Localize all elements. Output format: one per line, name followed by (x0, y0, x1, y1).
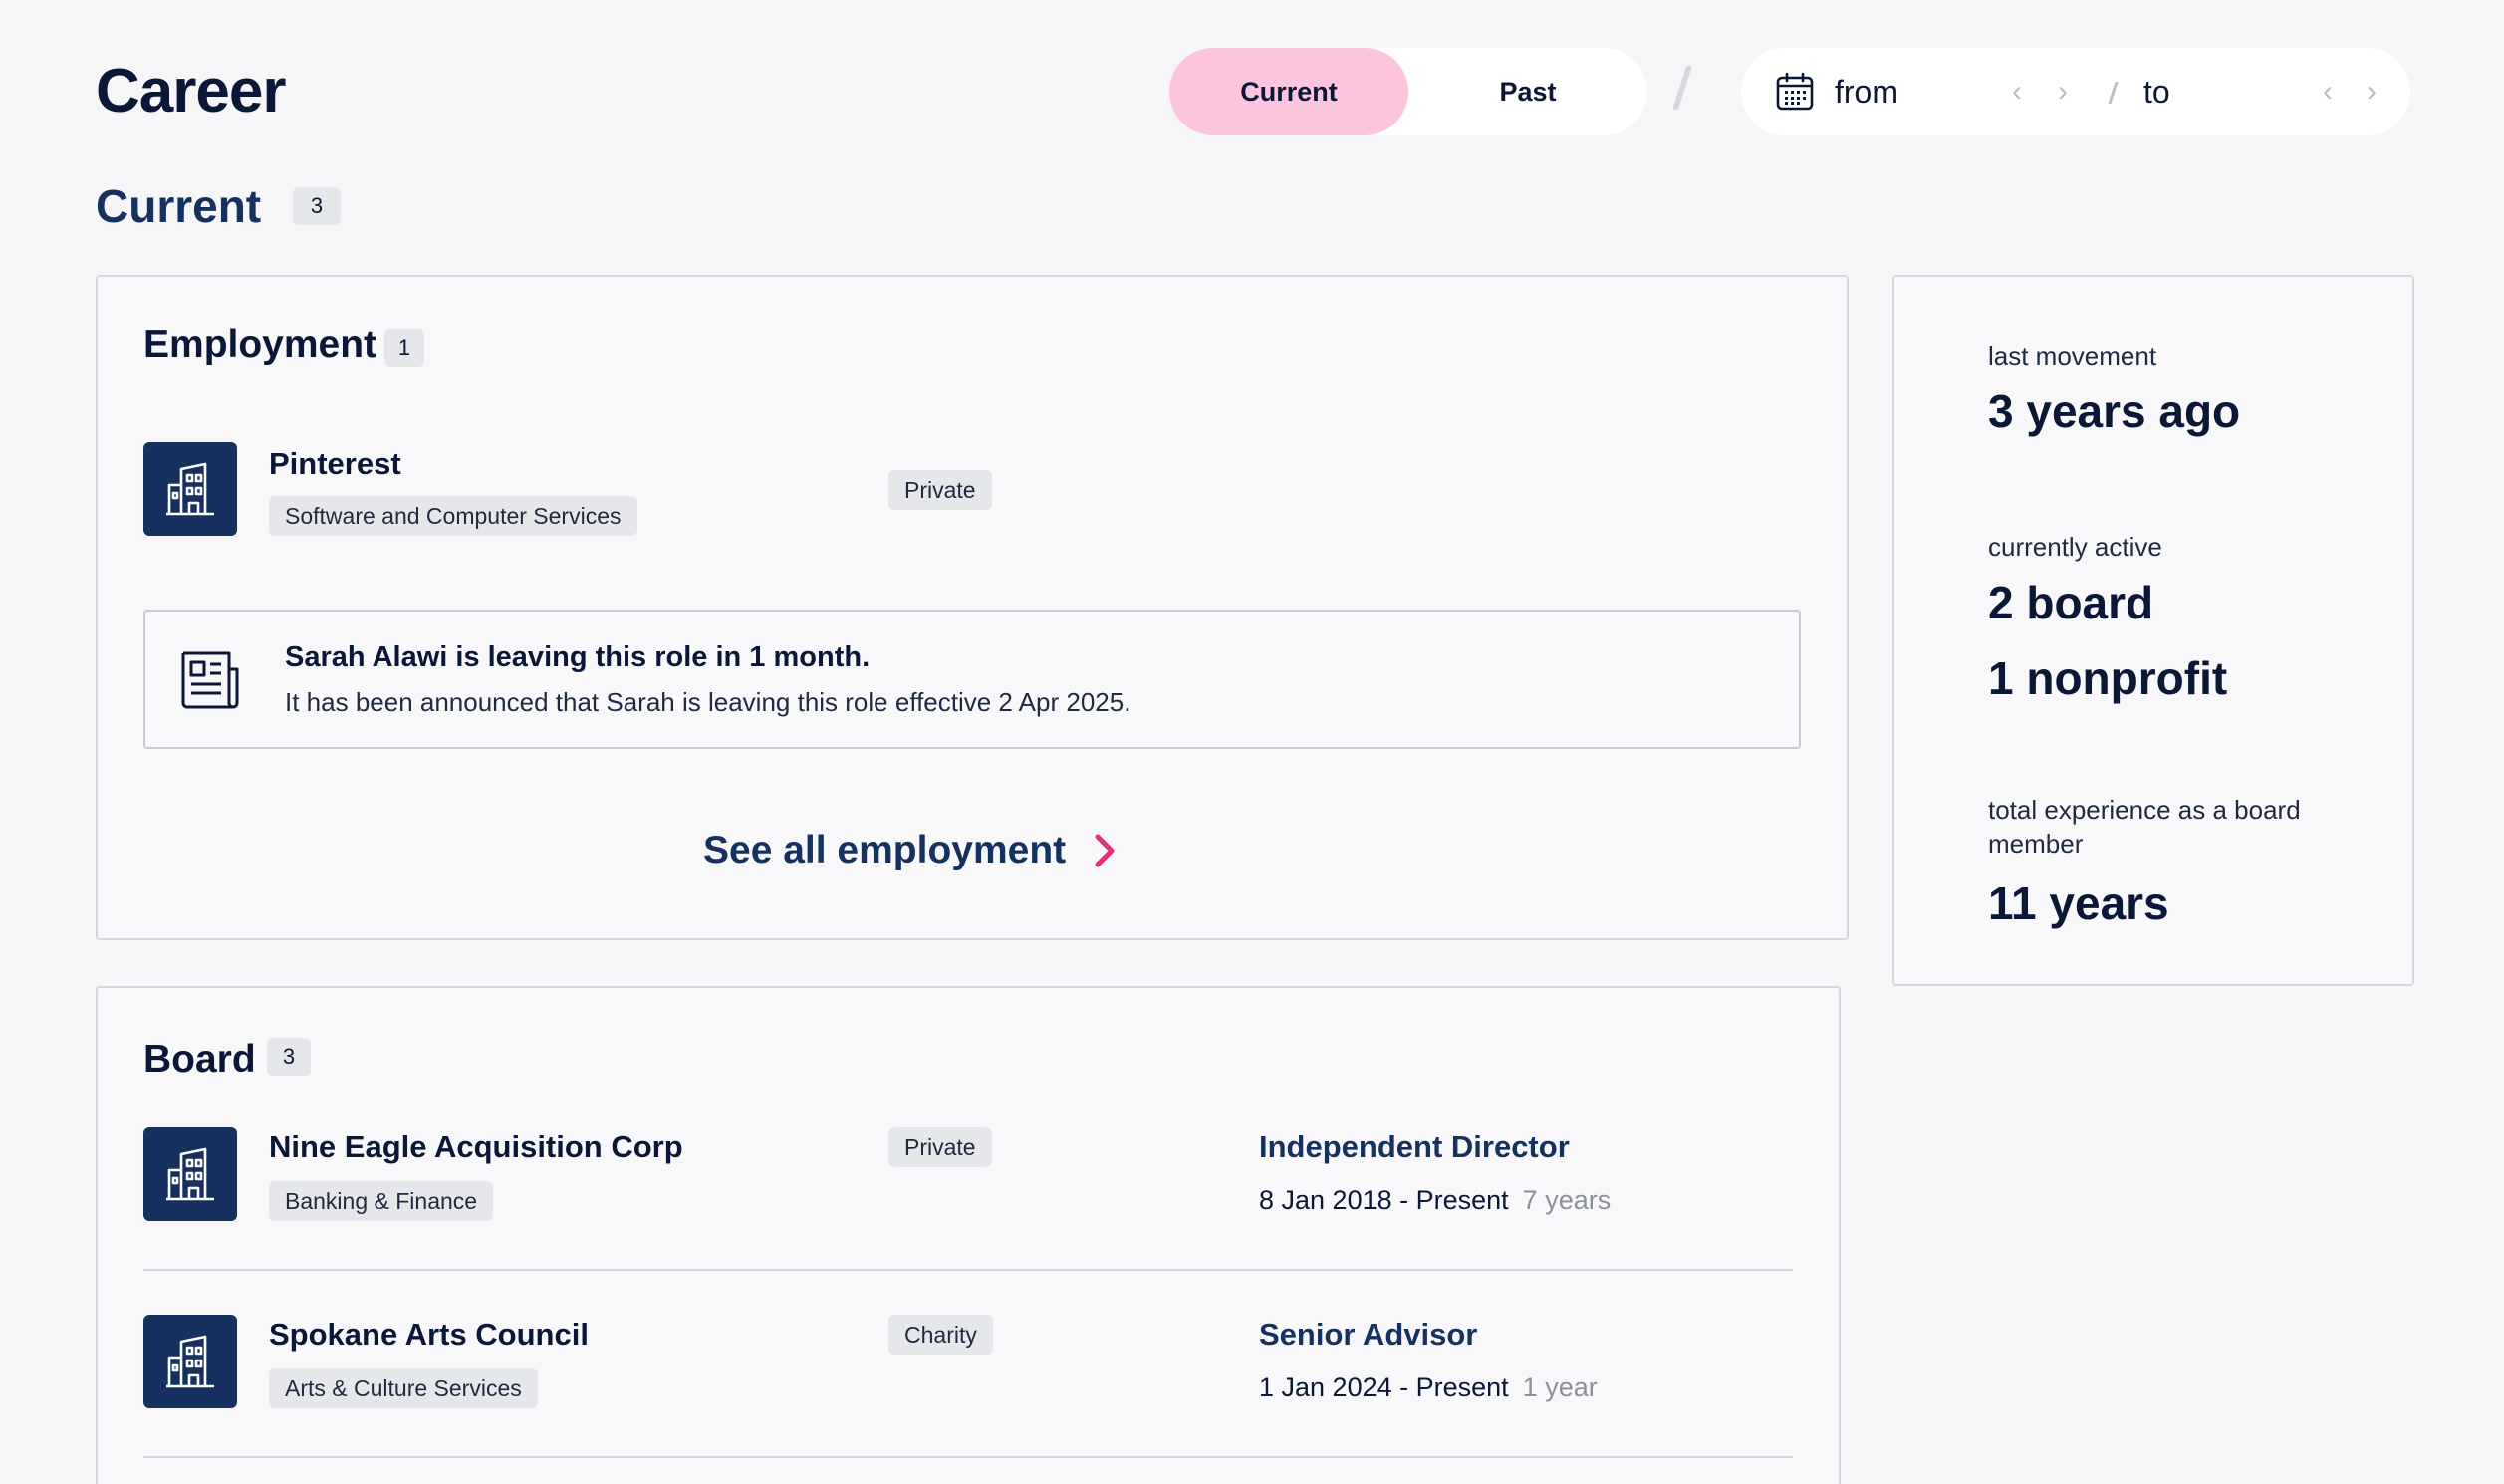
industry-tag: Software and Computer Services (269, 496, 637, 536)
departure-notice: Sarah Alawi is leaving this role in 1 mo… (143, 610, 1801, 749)
board-org-type-tag: Private (888, 1127, 992, 1167)
section-title: Current (96, 180, 262, 232)
total-experience-value: 11 years (1988, 877, 2169, 929)
row-divider (143, 1456, 1793, 1458)
header-divider (1671, 66, 1693, 110)
from-next-chevron-icon[interactable]: › (2046, 75, 2080, 109)
toggle-past-button[interactable]: Past (1408, 48, 1647, 135)
total-experience-label: total experience as a board member (1988, 795, 2301, 859)
chevron-right-icon (1095, 834, 1115, 867)
active-board-value: 2 board (1988, 577, 2154, 628)
last-movement-value: 3 years ago (1988, 385, 2241, 437)
range-to-label[interactable]: to (2143, 48, 2170, 135)
employment-card: Employment 1 Pinterest Software and Comp… (96, 275, 1849, 940)
board-role-dates: 1 Jan 2024 - Present (1259, 1372, 1509, 1402)
newspaper-icon (181, 651, 239, 709)
row-divider (143, 1269, 1793, 1271)
last-movement-label: last movement (1988, 341, 2157, 371)
board-role-duration: 1 year (1522, 1372, 1598, 1402)
board-role-tenure: 8 Jan 2018 - Present 7 years (1259, 1185, 1611, 1216)
to-next-chevron-icon[interactable]: › (2355, 75, 2388, 109)
date-range-picker: from ‹ › to ‹ › (1741, 48, 2410, 135)
employment-count-badge: 1 (384, 329, 424, 367)
notice-body: It has been announced that Sarah is leav… (285, 687, 1131, 717)
active-nonprofit-value: 1 nonprofit (1988, 652, 2228, 704)
page-title: Career (96, 57, 286, 125)
see-all-employment-link[interactable]: See all employment (703, 829, 1120, 872)
from-prev-chevron-icon[interactable]: ‹ (2000, 75, 2034, 109)
board-role-duration: 7 years (1522, 1185, 1612, 1215)
org-type-tag: Private (888, 470, 992, 510)
board-role-title: Independent Director (1259, 1129, 1570, 1164)
board-industry-tag: Arts & Culture Services (269, 1368, 538, 1408)
board-org-name[interactable]: Spokane Arts Council (269, 1317, 589, 1353)
board-title: Board (143, 1038, 256, 1081)
section-count-badge: 3 (293, 187, 341, 225)
board-count-badge: 3 (267, 1038, 311, 1076)
board-industry-tag: Banking & Finance (269, 1181, 494, 1221)
board-org-type-tag: Charity (888, 1315, 993, 1355)
calendar-icon[interactable] (1775, 72, 1815, 112)
toggle-current-button[interactable]: Current (1169, 48, 1408, 135)
career-stats-card: last movement 3 years ago currently acti… (1892, 275, 2414, 986)
board-card: Board 3 Nine Eagle Acquisition Corp Bank… (96, 986, 1841, 1484)
currently-active-label: currently active (1988, 532, 2162, 562)
board-role-dates: 8 Jan 2018 - Present (1259, 1185, 1509, 1215)
employment-title: Employment (143, 323, 377, 366)
building-icon (143, 1127, 237, 1221)
current-past-toggle: Current Past (1169, 48, 1647, 135)
building-icon (143, 442, 237, 536)
range-separator (2108, 82, 2119, 104)
board-org-name[interactable]: Nine Eagle Acquisition Corp (269, 1129, 683, 1165)
board-role-title: Senior Advisor (1259, 1317, 1478, 1352)
to-prev-chevron-icon[interactable]: ‹ (2311, 75, 2345, 109)
see-all-employment-label: See all employment (703, 829, 1067, 871)
board-role-tenure: 1 Jan 2024 - Present 1 year (1259, 1372, 1598, 1403)
range-from-label[interactable]: from (1835, 48, 1898, 135)
building-icon (143, 1315, 237, 1408)
org-name[interactable]: Pinterest (269, 446, 401, 482)
notice-title: Sarah Alawi is leaving this role in 1 mo… (285, 641, 871, 673)
